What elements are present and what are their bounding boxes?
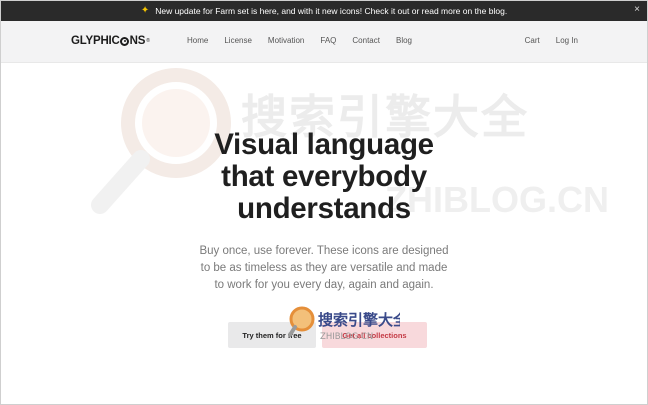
subtext-line-2: to be as timeless as they are versatile … [200, 262, 448, 274]
nav-link-home[interactable]: Home [187, 36, 208, 45]
nav-link-license[interactable]: License [224, 36, 252, 45]
cart-link[interactable]: Cart [525, 36, 540, 45]
top-navigation: GLYPHIC NS ® Home License Motivation FAQ C… [1, 21, 647, 63]
logo-text-end: NS [129, 35, 146, 47]
subtext-line-1: Buy once, use forever. These icons are d… [199, 245, 449, 257]
nav-link-blog[interactable]: Blog [396, 36, 412, 45]
try-free-button[interactable]: Try them for free [228, 322, 316, 348]
subtext-line-3: to work for you every day, again and aga… [214, 279, 434, 291]
headline-line-3: understands [237, 192, 411, 225]
sparkle-icon: ✦ [140, 5, 150, 16]
headline-line-2: that everybody [221, 160, 427, 193]
registered-mark: ® [146, 38, 150, 44]
hero-section: Visual language that everybody understan… [1, 129, 647, 292]
hero-headline: Visual language that everybody understan… [1, 129, 647, 225]
announcement-bar: ✦ New update for Farm set is here, and w… [1, 1, 647, 21]
announcement-text[interactable]: New update for Farm set is here, and wit… [155, 6, 507, 16]
nav-link-contact[interactable]: Contact [352, 36, 380, 45]
headline-line-1: Visual language [214, 128, 434, 161]
hero-subtext: Buy once, use forever. These icons are d… [1, 243, 647, 294]
glyphicons-logo[interactable]: GLYPHIC NS ® [71, 35, 150, 47]
close-icon[interactable]: × [634, 5, 640, 15]
nav-link-faq[interactable]: FAQ [320, 36, 336, 45]
nav-right: Cart Log In [525, 36, 578, 45]
nav-link-motivation[interactable]: Motivation [268, 36, 304, 45]
logo-text-start: GLYPHIC [71, 35, 120, 47]
get-collections-button[interactable]: Get all collections [322, 322, 427, 348]
nav-links: Home License Motivation FAQ Contact Blog [187, 36, 428, 45]
login-link[interactable]: Log In [556, 36, 578, 45]
logo-o-icon [120, 36, 130, 46]
